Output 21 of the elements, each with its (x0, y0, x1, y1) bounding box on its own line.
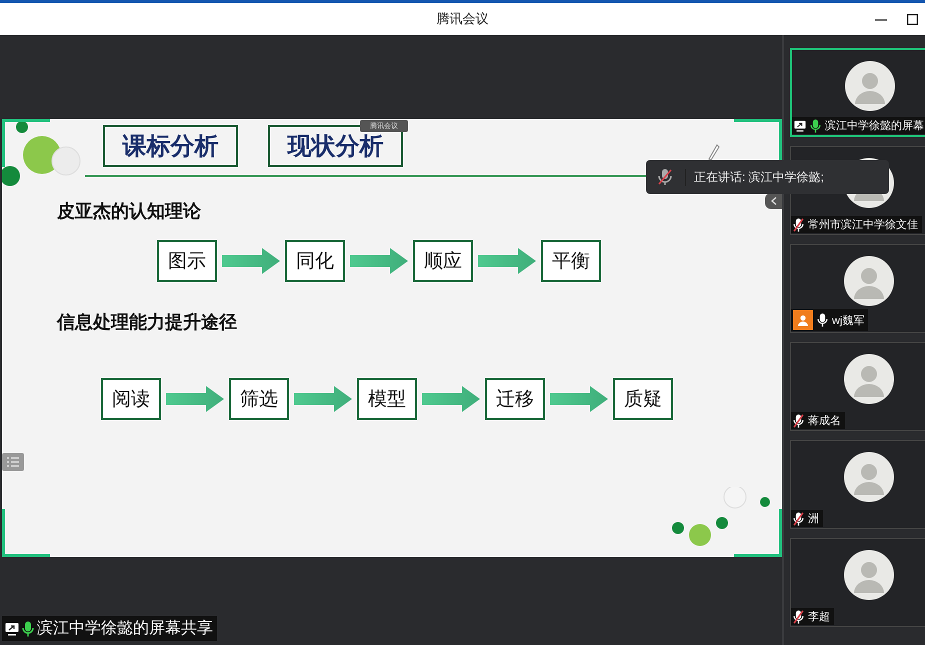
slide-heading-box: 课标分析 (103, 125, 238, 167)
window-title: 腾讯会议 (436, 10, 488, 28)
flow-step-box: 平衡 (541, 240, 601, 282)
participant-name: 常州市滨江中学徐文佳 (808, 218, 918, 232)
flow-step-box: 同化 (285, 240, 345, 282)
section-heading: 信息处理能力提升途径 (57, 311, 237, 334)
participant-name: 洲 (808, 512, 819, 526)
flow-step-box: 质疑 (613, 378, 673, 420)
participant-name: 蒋成名 (808, 414, 841, 428)
flow-step-box: 筛选 (229, 378, 289, 420)
flow-step-box: 迁移 (485, 378, 545, 420)
sharer-name: 滨江中学徐懿的屏幕共享 (37, 618, 213, 639)
participant-name: 李超 (808, 610, 830, 624)
speaking-text: 正在讲话: 滨江中学徐懿; (685, 168, 824, 186)
section-heading: 皮亚杰的认知理论 (57, 200, 201, 223)
flow-step-box: 图示 (157, 240, 217, 282)
participant-name: wj魏军 (832, 314, 864, 328)
flow-step-box: 顺应 (413, 240, 473, 282)
flow-step-box: 模型 (357, 378, 417, 420)
participant-name: 滨江中学徐懿的屏幕 (825, 118, 924, 133)
flow-step-box: 阅读 (101, 378, 161, 420)
